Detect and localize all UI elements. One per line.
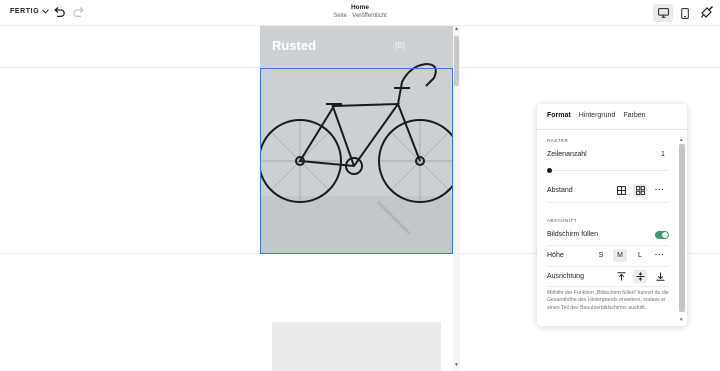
dots-icon: ···: [655, 187, 665, 194]
rows-slider-track[interactable]: [551, 170, 668, 171]
alignment-label: Ausrichtung: [547, 273, 584, 280]
height-option-m[interactable]: M: [613, 249, 627, 262]
redo-icon[interactable]: [72, 6, 86, 20]
done-button[interactable]: FERTIG: [10, 8, 50, 15]
page-title[interactable]: Home: [300, 4, 420, 11]
row-divider: [547, 286, 669, 287]
section-settings-panel: Format Hintergrund Farben RASTER Zeilena…: [537, 104, 687, 326]
spacing-label: Abstand: [547, 187, 573, 194]
tab-format[interactable]: Format: [547, 112, 571, 130]
dots-icon: ···: [655, 252, 665, 259]
align-bottom-button[interactable]: [653, 270, 667, 283]
page-status: Seite · Veröffentlicht: [333, 13, 387, 19]
align-bottom-icon: [656, 272, 664, 281]
cart-count[interactable]: (0): [395, 41, 405, 50]
tabs-divider: [537, 129, 687, 130]
toggle-knob: [662, 232, 668, 238]
height-option-l[interactable]: L: [633, 249, 647, 262]
mobile-view-button[interactable]: [675, 4, 695, 22]
tab-colors[interactable]: Farben: [623, 112, 645, 130]
section-heading: ABSCHNITT: [547, 218, 578, 223]
paintbrush-icon[interactable]: [700, 5, 714, 19]
row-divider: [547, 202, 669, 203]
align-top-icon: [617, 272, 625, 281]
selected-section-outline: [260, 68, 453, 254]
content-placeholder-block[interactable]: [272, 322, 441, 371]
row-divider: [547, 266, 669, 267]
panel-scrollbar[interactable]: [679, 144, 685, 312]
height-option-s[interactable]: S: [594, 249, 608, 262]
preview-scroll-thumb[interactable]: [454, 36, 459, 86]
desktop-icon: [657, 8, 669, 18]
rows-slider-handle[interactable]: [547, 168, 552, 173]
fill-screen-toggle[interactable]: [655, 231, 669, 239]
panel-scroll-down-icon[interactable]: ▼: [679, 317, 683, 322]
align-middle-button[interactable]: [633, 270, 647, 283]
scroll-up-icon[interactable]: ▲: [454, 26, 459, 32]
rows-label: Zeilenanzahl: [547, 151, 587, 158]
spacing-more-button[interactable]: ···: [653, 184, 667, 197]
rows-value: 1: [661, 151, 665, 158]
height-more-button[interactable]: ···: [653, 249, 667, 262]
done-label: FERTIG: [10, 8, 40, 15]
editor-topbar: FERTIG Home Seite · Veröffentlicht: [0, 0, 720, 26]
view-toggle: [653, 4, 695, 22]
mobile-icon: [681, 7, 689, 19]
site-title[interactable]: Rusted: [272, 38, 316, 53]
align-middle-icon: [636, 272, 644, 281]
panel-tabs: Format Hintergrund Farben: [547, 112, 646, 130]
desktop-view-button[interactable]: [653, 4, 673, 22]
spacing-gap-button[interactable]: [633, 184, 647, 197]
fill-screen-label: Bildschirm füllen: [547, 231, 598, 238]
scroll-down-icon[interactable]: ▼: [454, 362, 459, 368]
spacing-grid-button[interactable]: [614, 184, 628, 197]
panel-scroll-up-icon[interactable]: ▲: [679, 137, 683, 142]
chevron-down-icon: [42, 9, 50, 14]
fill-screen-help-text: Mithilfe der Funktion „Bildschirm füllen…: [547, 290, 669, 311]
undo-icon[interactable]: [52, 6, 66, 20]
grid-icon: [616, 186, 626, 195]
grid-section-heading: RASTER: [547, 138, 569, 143]
row-divider: [547, 245, 669, 246]
hero-section[interactable]: Rusted (0): [260, 26, 453, 254]
tab-background[interactable]: Hintergrund: [579, 112, 616, 130]
height-label: Höhe: [547, 252, 564, 259]
align-top-button[interactable]: [614, 270, 628, 283]
site-preview: Rusted (0): [260, 26, 453, 371]
grid-gap-icon: [635, 186, 645, 195]
